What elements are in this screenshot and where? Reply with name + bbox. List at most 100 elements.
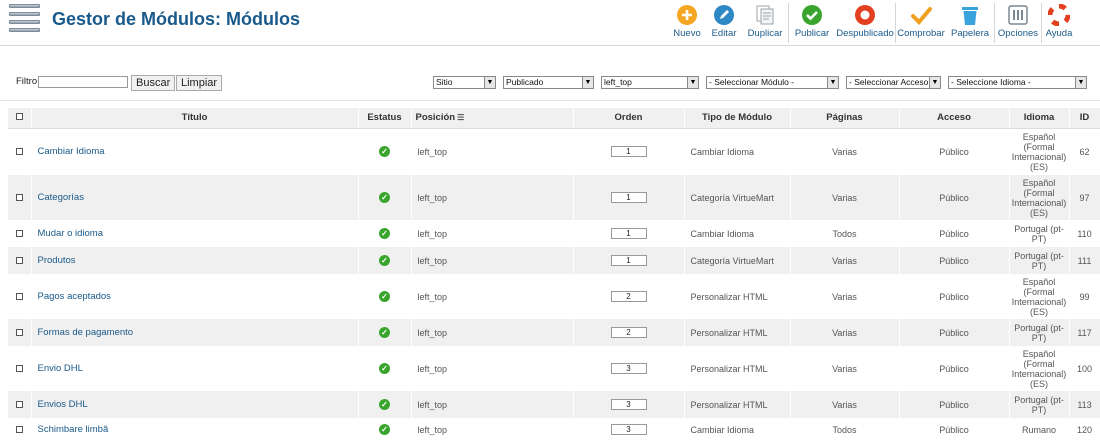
order-header[interactable]: Orden bbox=[573, 108, 685, 129]
row-select-cell[interactable] bbox=[8, 346, 32, 391]
access-cell: Público bbox=[899, 391, 1010, 418]
published-check-icon[interactable]: ✓ bbox=[379, 228, 390, 239]
despublicado-button[interactable]: Despublicado bbox=[835, 0, 895, 46]
order-input[interactable]: 3 bbox=[610, 424, 647, 435]
order-input[interactable]: 1 bbox=[610, 192, 647, 203]
row-select-cell[interactable] bbox=[8, 319, 32, 346]
pages-cell: Todos bbox=[790, 418, 900, 441]
row-checkbox[interactable] bbox=[15, 193, 23, 201]
row-checkbox[interactable] bbox=[15, 147, 23, 155]
published-check-icon[interactable]: ✓ bbox=[379, 327, 390, 338]
published-check-icon[interactable]: ✓ bbox=[379, 399, 390, 410]
editar-button[interactable]: Editar bbox=[706, 0, 742, 46]
title-cell: Categorías bbox=[31, 175, 359, 220]
access-cell: Público bbox=[899, 346, 1010, 391]
nuevo-button[interactable]: Nuevo bbox=[668, 0, 706, 46]
published-check-icon[interactable]: ✓ bbox=[379, 255, 390, 266]
language-cell: Portugal (pt-PT) bbox=[1009, 391, 1070, 418]
table-row: Cambiar Idioma ✓ left_top 1 Cambiar Idioma Va… bbox=[8, 128, 1100, 175]
id-header[interactable]: ID bbox=[1069, 108, 1100, 129]
row-checkbox[interactable] bbox=[15, 292, 23, 300]
state-select[interactable]: Publicado ▼ bbox=[503, 76, 594, 89]
published-check-icon[interactable]: ✓ bbox=[379, 424, 390, 435]
row-checkbox[interactable] bbox=[15, 364, 23, 372]
pages-header[interactable]: Páginas bbox=[790, 108, 900, 129]
language-cell: Español (Formal Internacional) (ES) bbox=[1009, 175, 1070, 220]
reset-button[interactable]: Limpiar bbox=[176, 75, 223, 91]
publicar-button[interactable]: Publicar bbox=[789, 0, 835, 46]
order-input[interactable]: 1 bbox=[610, 255, 647, 266]
title-header[interactable]: Título bbox=[31, 108, 359, 129]
chevron-down-icon: ▼ bbox=[1075, 77, 1086, 88]
title-cell: Mudar o idioma bbox=[31, 220, 359, 247]
status-header[interactable]: Estatus bbox=[358, 108, 412, 129]
published-check-icon[interactable]: ✓ bbox=[379, 363, 390, 374]
table-row: Envio DHL ✓ left_top 3 Personalizar HTML Vari… bbox=[8, 346, 1100, 391]
select-all-header[interactable] bbox=[8, 108, 32, 129]
type-cell: Personalizar HTML bbox=[684, 346, 791, 391]
order-input[interactable]: 2 bbox=[610, 327, 647, 338]
pages-cell: Varias bbox=[790, 274, 900, 319]
access-header[interactable]: Acceso bbox=[899, 108, 1010, 129]
language-header[interactable]: Idioma bbox=[1009, 108, 1070, 129]
table-row: Formas de pagamento ✓ left_top 2 Personaliza… bbox=[8, 319, 1100, 346]
order-input[interactable]: 3 bbox=[610, 363, 647, 374]
row-select-cell[interactable] bbox=[8, 128, 32, 175]
ayuda-button[interactable]: Ayuda bbox=[1042, 0, 1076, 46]
language-select[interactable]: - Seleccione Idioma - ▼ bbox=[948, 76, 1087, 89]
pages-cell: Varias bbox=[790, 346, 900, 391]
row-checkbox[interactable] bbox=[15, 256, 23, 264]
row-select-cell[interactable] bbox=[8, 247, 32, 274]
published-check-icon[interactable]: ✓ bbox=[379, 192, 390, 203]
row-checkbox[interactable] bbox=[15, 425, 23, 433]
row-checkbox[interactable] bbox=[15, 400, 23, 408]
order-input[interactable]: 1 bbox=[610, 146, 647, 158]
despublicado-label: Despublicado bbox=[836, 28, 894, 39]
type-header[interactable]: Tipo de Módulo bbox=[684, 108, 791, 129]
module-title-link[interactable]: Envio DHL bbox=[32, 363, 83, 374]
row-checkbox[interactable] bbox=[15, 328, 23, 336]
search-button[interactable]: Buscar bbox=[131, 75, 176, 91]
position-cell: left_top bbox=[411, 247, 574, 274]
module-title-link[interactable]: Pagos aceptados bbox=[32, 291, 111, 302]
table-row: Pagos aceptados ✓ left_top 2 Personalizar HT… bbox=[8, 274, 1100, 319]
chevron-down-icon: ▼ bbox=[687, 77, 698, 88]
module-title-link[interactable]: Formas de pagamento bbox=[32, 327, 134, 338]
duplicar-button[interactable]: Duplicar bbox=[742, 0, 788, 46]
order-input[interactable]: 3 bbox=[610, 399, 647, 410]
module-title-link[interactable]: Produtos bbox=[32, 255, 76, 266]
module-title-link[interactable]: Envios DHL bbox=[32, 399, 88, 410]
filter-input[interactable] bbox=[38, 76, 128, 88]
module-type-select[interactable]: - Seleccionar Módulo - ▼ bbox=[706, 76, 839, 89]
opciones-button[interactable]: Opciones bbox=[995, 0, 1041, 46]
row-select-cell[interactable] bbox=[8, 175, 32, 220]
select-all-checkbox[interactable] bbox=[15, 113, 23, 121]
papelera-button[interactable]: Papelera bbox=[946, 0, 994, 46]
access-select[interactable]: - Seleccionar Acceso - ▼ bbox=[846, 76, 941, 89]
access-cell: Público bbox=[899, 247, 1010, 274]
module-title-link[interactable]: Categorías bbox=[32, 192, 84, 203]
row-select-cell[interactable] bbox=[8, 274, 32, 319]
order-input[interactable]: 1 bbox=[610, 228, 647, 239]
module-title-link[interactable]: Mudar o idioma bbox=[32, 228, 103, 239]
published-check-icon[interactable]: ✓ bbox=[379, 146, 390, 158]
site-select[interactable]: Sitio ▼ bbox=[433, 76, 496, 89]
status-cell: ✓ bbox=[358, 319, 412, 346]
language-cell: Rumano bbox=[1009, 418, 1070, 441]
row-checkbox[interactable] bbox=[15, 229, 23, 237]
module-title-link[interactable]: Schimbare limbă bbox=[32, 424, 109, 435]
row-select-cell[interactable] bbox=[8, 391, 32, 418]
row-select-cell[interactable] bbox=[8, 418, 32, 441]
access-cell: Público bbox=[899, 319, 1010, 346]
row-select-cell[interactable] bbox=[8, 220, 32, 247]
type-cell: Cambiar Idioma bbox=[684, 220, 791, 247]
trash-icon bbox=[959, 4, 981, 26]
type-cell: Categoría VirtueMart bbox=[684, 247, 791, 274]
order-input[interactable]: 2 bbox=[610, 291, 647, 302]
comprobar-button[interactable]: Comprobar bbox=[896, 0, 946, 46]
position-header[interactable]: Posición ☰ bbox=[411, 108, 574, 129]
position-select[interactable]: left_top ▼ bbox=[601, 76, 699, 89]
published-check-icon[interactable]: ✓ bbox=[379, 291, 390, 302]
module-title-link[interactable]: Cambiar Idioma bbox=[32, 146, 105, 157]
access-cell: Público bbox=[899, 274, 1010, 319]
